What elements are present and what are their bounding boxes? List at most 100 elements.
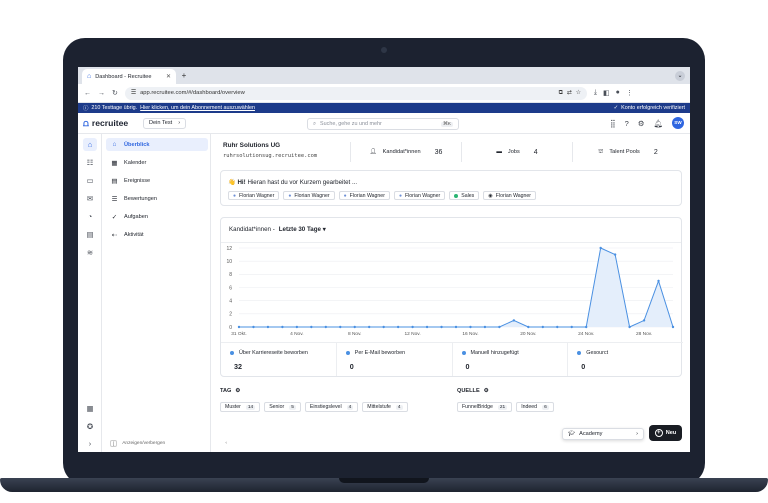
gear-icon[interactable]: ⚙ <box>638 119 645 128</box>
browser-menu-icon[interactable]: ⋮ <box>626 89 633 97</box>
data-point <box>483 325 487 329</box>
search-shortcut: ⌘K <box>441 121 453 127</box>
source-manual: Manuell hinzugefügt 0 <box>451 343 568 376</box>
back-icon[interactable]: ← <box>84 90 91 97</box>
recent-item[interactable]: ◉ Florian Wagner <box>483 191 537 200</box>
subnav-item-kalender[interactable]: ▦ Kalender <box>106 156 208 169</box>
profile-icon[interactable]: ● <box>616 89 620 97</box>
period-filter-dropdown[interactable]: Letzte 30 Tage ▾ <box>279 226 326 233</box>
new-button[interactable]: + Neu <box>649 425 682 441</box>
jobs-icon[interactable]: ▭ <box>83 174 97 187</box>
dashboard-subnav: ⌂ Überblick ▦ Kalender ▤ Ereignisse ☰ Bewert… <box>102 134 227 452</box>
browser-toolbar: ← → ↻ ☰ app.recruitee.com/#/dashboard/ov… <box>78 84 690 103</box>
x-tick-label: 16 Nov. <box>462 331 478 337</box>
tab-search-icon[interactable]: ⌄ <box>675 71 685 81</box>
help-icon[interactable]: ? <box>625 119 629 128</box>
install-app-icon[interactable]: ⧉ <box>559 90 563 97</box>
data-point <box>613 253 617 256</box>
recent-item[interactable]: ● Florian Wagner <box>228 191 280 200</box>
site-info-icon[interactable]: ☰ <box>131 90 136 96</box>
recent-item[interactable]: Sales <box>449 191 480 200</box>
download-icon[interactable]: ⤓ <box>594 89 597 97</box>
tab-title: Dashboard - Recruitee <box>95 73 152 80</box>
source-chip[interactable]: FunnelBridge 21 <box>457 402 513 412</box>
company-switcher[interactable]: Dein Test › <box>143 117 187 129</box>
chevron-right-icon: › <box>178 120 181 126</box>
recent-item[interactable]: ● Florian Wagner <box>338 191 390 200</box>
data-point <box>527 325 530 329</box>
academy-button[interactable]: 🎓︎ Academy › <box>562 428 644 440</box>
collapse-label: Anzeigen/verbergen <box>122 441 166 446</box>
apps-grid-icon[interactable]: ⣿ <box>610 119 616 128</box>
user-avatar[interactable]: SW <box>672 117 684 129</box>
recent-item[interactable]: ● Florian Wagner <box>393 191 446 200</box>
gear-icon[interactable]: ⚙ <box>484 388 489 394</box>
candidate-icon: ● <box>233 192 237 199</box>
series-dot-icon <box>345 351 350 355</box>
whats-new-icon[interactable]: ✪ <box>83 420 97 433</box>
main-rail: ⌂ ☷ ▭ ✉ ◔ ▤ ≋ ▦ ✪ › <box>78 134 102 452</box>
data-point <box>339 325 342 329</box>
forward-icon[interactable]: → <box>98 90 105 97</box>
data-point <box>411 325 414 329</box>
chart-title: Kandidat*innen - Letzte 30 Tage ▾ <box>229 226 326 233</box>
data-point <box>440 325 443 329</box>
subnav-item-ereignisse[interactable]: ▤ Ereignisse <box>106 174 208 187</box>
translate-icon[interactable]: ⇄ <box>567 90 572 96</box>
stat-jobs[interactable]: ▬ Jobs 4 <box>461 142 572 162</box>
feed-icon[interactable]: ≋ <box>83 246 97 259</box>
screen: ⌂ Dashboard - Recruitee ✕ + ⌄ ← → ↻ ☰ ap… <box>78 67 690 452</box>
reload-icon[interactable]: ↻ <box>112 89 118 97</box>
address-bar[interactable]: ☰ app.recruitee.com/#/dashboard/overview… <box>124 86 587 100</box>
data-point <box>599 246 602 250</box>
expand-rail-icon[interactable]: › <box>83 437 97 450</box>
side-panel-icon[interactable]: ◧ <box>603 89 610 97</box>
data-point <box>585 325 588 329</box>
tag-chip[interactable]: Senior 5 <box>264 402 301 412</box>
series-dot-icon <box>230 351 234 355</box>
tag-chip[interactable]: Muster 14 <box>220 402 261 412</box>
mail-icon[interactable]: ✉ <box>83 192 97 205</box>
source-career-page: Über Karriereseite beworben 32 <box>221 343 336 376</box>
data-point <box>628 325 631 329</box>
folder-icon[interactable]: ▤ <box>83 228 97 241</box>
close-tab-icon[interactable]: ✕ <box>166 73 171 80</box>
data-point <box>454 325 458 329</box>
tag-chip[interactable]: Mittelstufe 4 <box>362 402 408 412</box>
trial-notice-bar: ⓘ 210 Testtage übrig. Hier klicken, um d… <box>78 103 690 113</box>
candidates-icon[interactable]: ☷ <box>83 156 97 169</box>
marketplace-icon[interactable]: ▦ <box>83 402 97 415</box>
bookmark-star-icon[interactable]: ☆ <box>576 90 581 96</box>
bell-icon[interactable]: 🔔︎ <box>653 119 663 128</box>
y-tick-label: 6 <box>229 285 232 291</box>
choose-plan-link[interactable]: Hier klicken, um dein Abonnement auszuwä… <box>140 105 255 111</box>
series-dot-icon <box>577 351 582 355</box>
stat-talent-pools[interactable]: ⛫ Talent Pools 2 <box>572 142 683 162</box>
subnav-item-aufgaben[interactable]: ✓ Aufgaben <box>106 210 208 223</box>
data-point <box>498 325 501 329</box>
browser-tab[interactable]: ⌂ Dashboard - Recruitee ✕ <box>82 69 176 84</box>
source-sourced: Gesourct 0 <box>567 343 683 376</box>
new-tab-icon[interactable]: + <box>179 71 189 81</box>
company-info: Ruhr Solutions UG ruhrsolutionsug.recrui… <box>223 142 317 159</box>
subnav-item-bewertungen[interactable]: ☰ Bewertungen <box>106 192 208 205</box>
stat-candidates[interactable]: 👤︎ Kandidat*innen 36 <box>350 142 461 162</box>
recent-item[interactable]: ● Florian Wagner <box>283 191 335 200</box>
data-point <box>570 325 573 329</box>
greeting: 👋 Hi! Hieran hast du vor Kurzem gearbeit… <box>228 179 358 186</box>
y-tick-label: 2 <box>229 312 232 318</box>
verified-check-icon: ✓ <box>613 105 619 111</box>
source-email: Per E-Mail beworben 0 <box>335 343 452 376</box>
gear-icon[interactable]: ⚙ <box>235 388 240 394</box>
subnav-item-aktivitaet[interactable]: ⇠ Aktivität <box>106 228 208 241</box>
global-search-input[interactable]: ⌕ Suche, gehe zu und mehr ⌘K <box>307 118 459 130</box>
laptop-notch <box>339 478 429 483</box>
subnav-item-ueberblick[interactable]: ⌂ Überblick <box>106 138 208 151</box>
tag-chip[interactable]: Einstiegslevel 4 <box>304 402 359 412</box>
source-chip[interactable]: Indeed 6 <box>516 402 554 412</box>
data-point <box>266 325 270 329</box>
data-point <box>512 319 516 322</box>
dashboard-icon[interactable]: ⌂ <box>83 138 97 151</box>
recruitee-logo[interactable]: ⩍ recruitee <box>83 118 143 129</box>
reports-icon[interactable]: ◔ <box>83 210 97 223</box>
